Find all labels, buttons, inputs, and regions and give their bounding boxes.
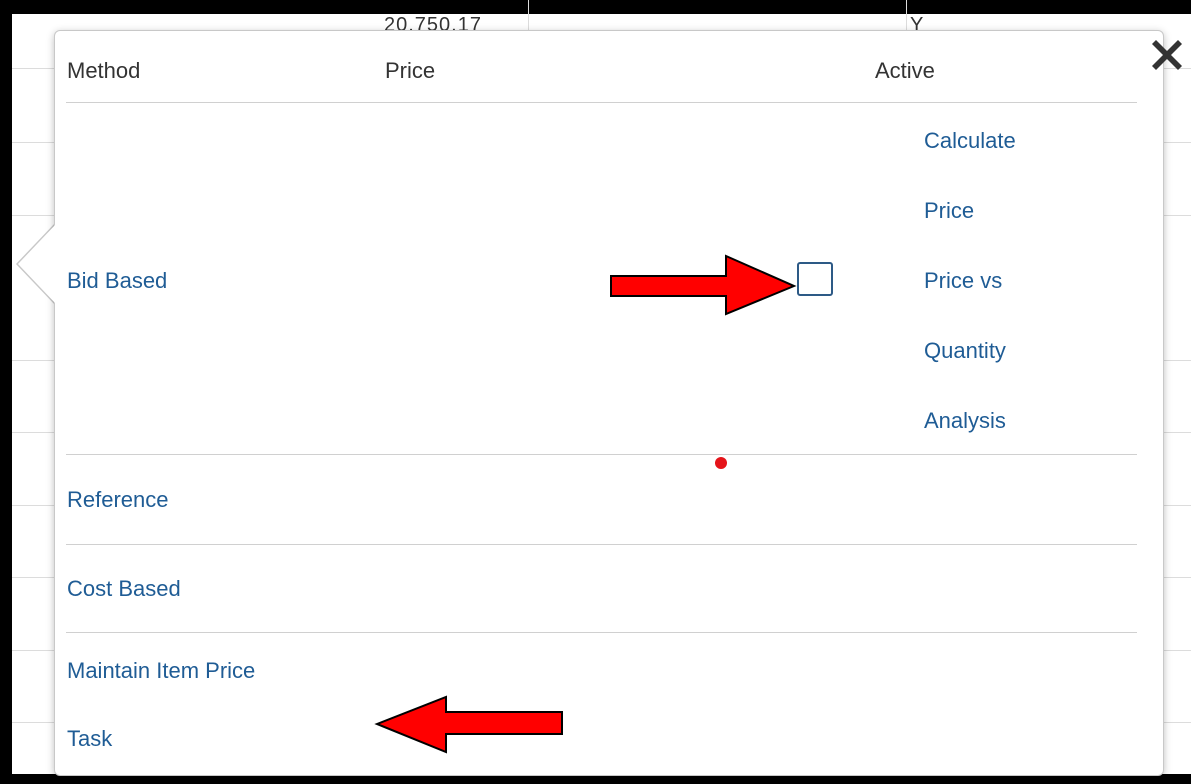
annotation-arrow-right-icon [610,254,797,316]
maintain-item-price-task-link-line1[interactable]: Maintain Item Price [67,658,255,684]
header-method: Method [67,58,141,83]
row-divider [66,454,1137,455]
background-cell-value: Y [910,14,925,30]
annotation-arrow-left-icon [374,695,563,754]
row-divider [66,544,1137,545]
price-vs-quantity-link-line3[interactable]: Analysis [924,408,1006,434]
method-cost-based-link[interactable]: Cost Based [67,576,181,602]
active-checkbox-bid-based[interactable] [797,262,833,296]
header-active: Active [875,58,935,83]
header-divider [66,102,1137,103]
row-divider [66,632,1137,633]
left-edge [0,0,12,784]
price-vs-quantity-link-line1[interactable]: Price vs [924,268,1002,294]
top-edge [0,0,1191,14]
close-icon[interactable] [1150,38,1184,72]
popover-caret-fill [18,224,56,304]
method-bid-based-link[interactable]: Bid Based [67,268,167,294]
method-reference-link[interactable]: Reference [67,487,169,513]
header-price: Price [385,58,436,83]
price-vs-quantity-link-line2[interactable]: Quantity [924,338,1006,364]
calculate-price-link-line1[interactable]: Calculate [924,128,1016,154]
background-cell-value: 20,750.17 [384,14,482,30]
calculate-price-link-line2[interactable]: Price [924,198,974,224]
cursor-dot-marker [715,457,727,469]
maintain-item-price-task-link-line2[interactable]: Task [67,726,112,752]
